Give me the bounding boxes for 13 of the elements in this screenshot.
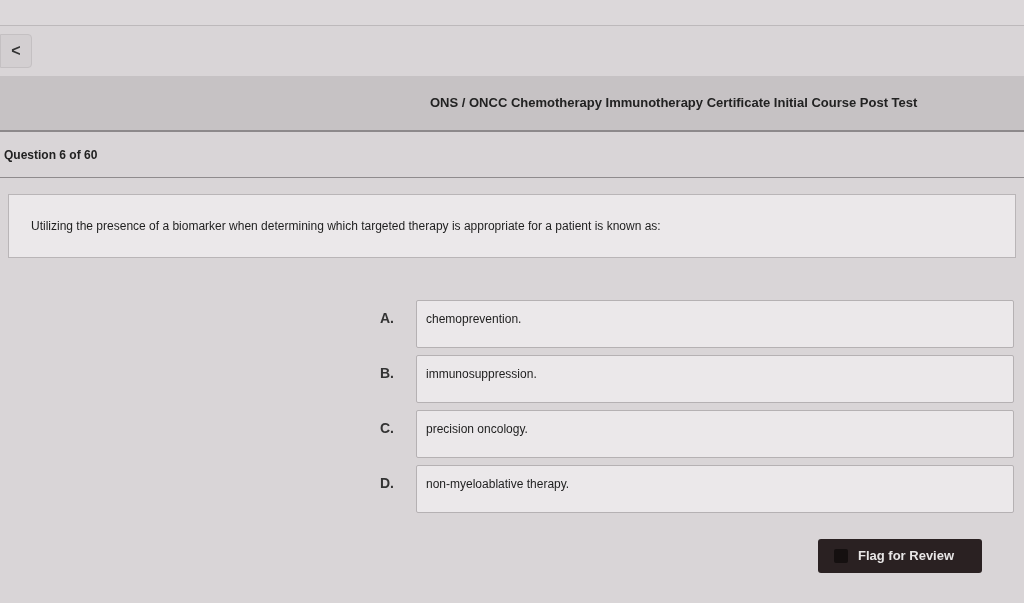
option-letter: A.: [380, 309, 395, 328]
question-counter: Question 6 of 60: [4, 146, 98, 164]
question-text: Utilizing the presence of a biomarker when determining which targeted therapy is appropriate for a patient is known as:: [31, 218, 661, 235]
answer-option[interactable]: non-myeloablative therapy.: [416, 465, 1014, 513]
option-letter: C.: [380, 419, 395, 438]
answer-option[interactable]: immunosuppression.: [416, 355, 1014, 403]
flag-for-review-button[interactable]: Flag for Review: [818, 539, 982, 573]
answer-option[interactable]: precision oncology.: [416, 410, 1014, 458]
back-button[interactable]: <: [0, 34, 32, 68]
option-letter: D.: [380, 474, 395, 493]
course-title: ONS / ONCC Chemotherapy Immunotherapy Certificate Initial Course Post Test: [430, 94, 918, 113]
option-letter: B.: [380, 364, 395, 383]
answer-option[interactable]: chemoprevention.: [416, 300, 1014, 348]
